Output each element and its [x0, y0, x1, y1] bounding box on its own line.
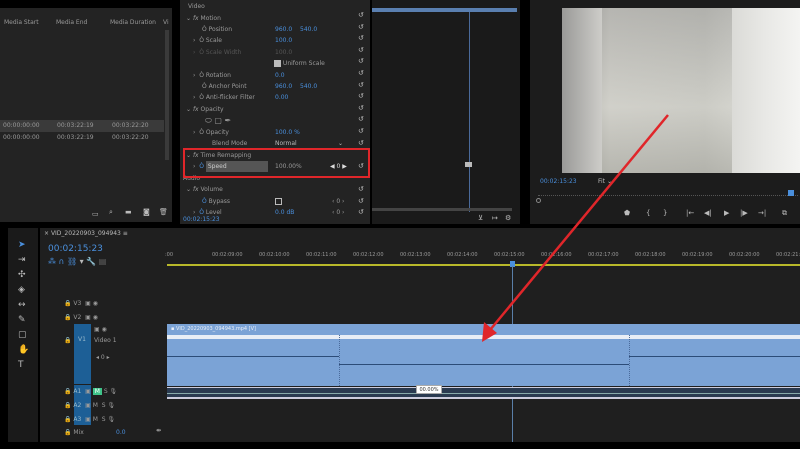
red-arrow-annotation: [482, 114, 669, 342]
arrow-shaft: [489, 114, 669, 331]
